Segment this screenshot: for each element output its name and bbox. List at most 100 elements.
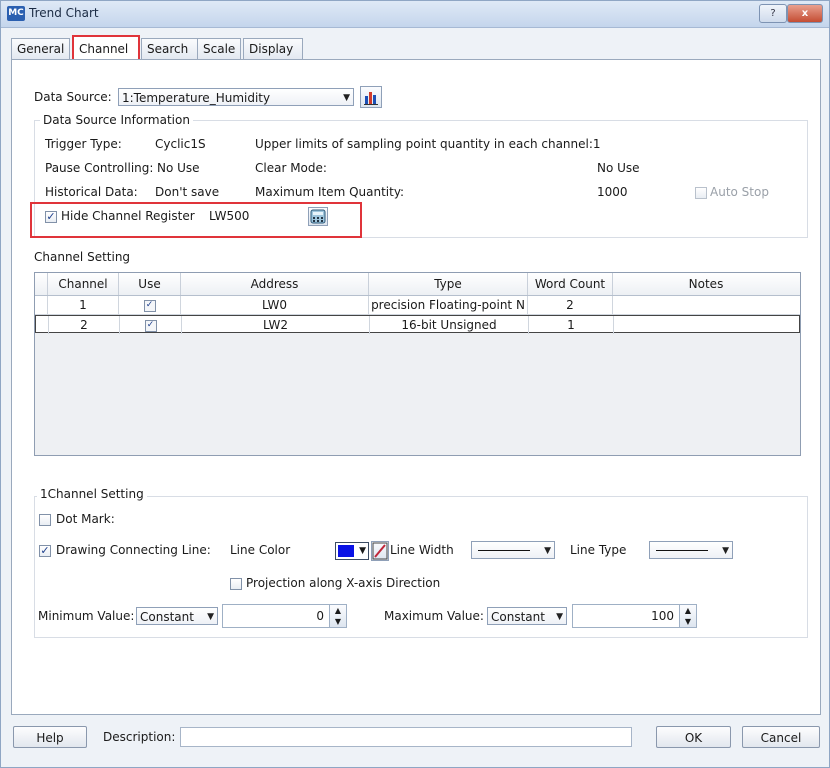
line-type-select[interactable]: ▼ (649, 541, 733, 559)
hide-register-checkbox[interactable]: ✓ (45, 211, 57, 223)
trigger-type-value: Cyclic1S (155, 137, 206, 151)
data-source-select[interactable]: 1:Temperature_Humidity ▼ (118, 88, 354, 106)
use-checkbox[interactable]: ✓ (144, 319, 157, 332)
cell-channel: 2 (49, 316, 120, 334)
spinner-updown-icon[interactable]: ▲ ▼ (679, 605, 696, 627)
max-value-spinner[interactable]: 100 ▲ ▼ (572, 604, 697, 628)
tab-display[interactable]: Display (243, 38, 303, 59)
data-source-info-title: Data Source Information (40, 113, 193, 127)
col-channel[interactable]: Channel (48, 273, 119, 295)
drawing-line-label: Drawing Connecting Line: (56, 543, 211, 557)
tab-search[interactable]: Search (141, 38, 198, 59)
row-header-spacer (35, 273, 48, 295)
hide-register-label: Hide Channel Register (61, 209, 195, 223)
cell-address[interactable]: LW0 (181, 296, 369, 314)
ok-button[interactable]: OK (656, 726, 731, 748)
data-source-value: 1:Temperature_Humidity (122, 91, 271, 105)
min-value-label: Minimum Value: (38, 609, 135, 623)
cell-use[interactable]: ✓ (119, 296, 181, 314)
historical-data-label: Historical Data: (45, 185, 138, 199)
dot-mark-checkbox[interactable] (39, 514, 51, 526)
data-source-chart-button[interactable] (360, 86, 382, 108)
color-eyedropper-button[interactable] (371, 541, 389, 561)
channel-setting-title: Channel Setting (34, 250, 131, 264)
line-width-preview (478, 550, 530, 551)
chevron-down-icon: ▼ (343, 93, 350, 103)
max-mode-select[interactable]: Constant ▼ (487, 607, 567, 625)
help-title-button[interactable]: ? (759, 4, 787, 23)
row-marker (35, 296, 48, 314)
use-checkbox[interactable]: ✓ (143, 299, 156, 312)
max-value-text: 100 (651, 609, 674, 623)
cell-notes[interactable] (614, 316, 800, 334)
clear-mode-label: Clear Mode: (255, 161, 327, 175)
auto-stop-checkbox[interactable] (695, 187, 707, 199)
color-swatch (338, 545, 354, 557)
cell-channel: 1 (48, 296, 119, 314)
chevron-down-icon: ▼ (556, 612, 563, 622)
projection-label: Projection along X-axis Direction (246, 576, 441, 590)
pause-controlling-value: No Use (157, 161, 200, 175)
trigger-type-label: Trigger Type: (45, 137, 122, 151)
hide-register-value[interactable]: LW500 (209, 209, 249, 223)
col-use[interactable]: Use (119, 273, 181, 295)
min-value-spinner[interactable]: 0 ▲ ▼ (222, 604, 347, 628)
cell-type[interactable]: precision Floating-point N (369, 296, 528, 314)
col-type[interactable]: Type (369, 273, 528, 295)
cancel-button[interactable]: Cancel (742, 726, 820, 748)
description-input[interactable] (180, 727, 632, 747)
keypad-icon (310, 209, 326, 224)
description-label: Description: (103, 730, 176, 744)
row-marker (36, 316, 49, 334)
dialog-footer: Help Description: OK Cancel (1, 717, 829, 767)
cell-word-count: 1 (529, 316, 614, 334)
app-icon: MC (7, 6, 25, 21)
min-mode-select[interactable]: Constant ▼ (136, 607, 218, 625)
data-source-label: Data Source: (34, 90, 112, 104)
max-item-value: 1000 (597, 185, 628, 199)
auto-stop-label: Auto Stop (710, 185, 769, 199)
close-button[interactable]: x (787, 4, 823, 23)
line-color-picker[interactable]: ▼ (335, 542, 369, 560)
chevron-down-icon: ▼ (722, 546, 729, 556)
max-item-label: Maximum Item Quantity: (255, 185, 405, 199)
chevron-down-icon: ▼ (544, 546, 551, 556)
eyedropper-icon (372, 542, 388, 560)
cell-notes[interactable] (613, 296, 799, 314)
col-notes[interactable]: Notes (613, 273, 799, 295)
window-title: Trend Chart (29, 6, 99, 20)
keypad-button[interactable] (308, 207, 328, 226)
title-bar: MC Trend Chart ? x (1, 1, 829, 28)
min-mode-value: Constant (140, 610, 194, 624)
spinner-updown-icon[interactable]: ▲ ▼ (329, 605, 346, 627)
line-width-label: Line Width (390, 543, 454, 557)
cell-word-count: 2 (528, 296, 613, 314)
table-row[interactable]: 2 ✓ LW2 16-bit Unsigned 1 (35, 315, 800, 334)
drawing-line-checkbox[interactable]: ✓ (39, 545, 51, 557)
projection-checkbox[interactable] (230, 578, 242, 590)
channel-table: Channel Use Address Type Word Count Note… (34, 272, 801, 456)
line-type-label: Line Type (570, 543, 627, 557)
tab-general[interactable]: General (11, 38, 70, 59)
col-address[interactable]: Address (181, 273, 369, 295)
col-word-count[interactable]: Word Count (528, 273, 613, 295)
trend-chart-dialog: MC Trend Chart ? x General Channel Searc… (0, 0, 830, 768)
cell-type[interactable]: 16-bit Unsigned (370, 316, 529, 334)
cell-use[interactable]: ✓ (120, 316, 182, 334)
chevron-down-icon: ▼ (207, 612, 214, 622)
clear-mode-value: No Use (597, 161, 640, 175)
cell-address[interactable]: LW2 (182, 316, 370, 334)
tab-scale[interactable]: Scale (197, 38, 241, 59)
chevron-down-icon: ▼ (359, 546, 366, 556)
historical-data-value: Don't save (155, 185, 220, 199)
table-header: Channel Use Address Type Word Count Note… (35, 273, 800, 296)
chart-icon (364, 92, 378, 105)
help-button[interactable]: Help (13, 726, 87, 748)
table-row[interactable]: 1 ✓ LW0 precision Floating-point N 2 (35, 296, 800, 315)
max-value-label: Maximum Value: (384, 609, 484, 623)
max-mode-value: Constant (491, 610, 545, 624)
line-width-select[interactable]: ▼ (471, 541, 555, 559)
pause-controlling-label: Pause Controlling: (45, 161, 154, 175)
upper-limits-text: Upper limits of sampling point quantity … (255, 137, 601, 151)
line-color-label: Line Color (230, 543, 291, 557)
